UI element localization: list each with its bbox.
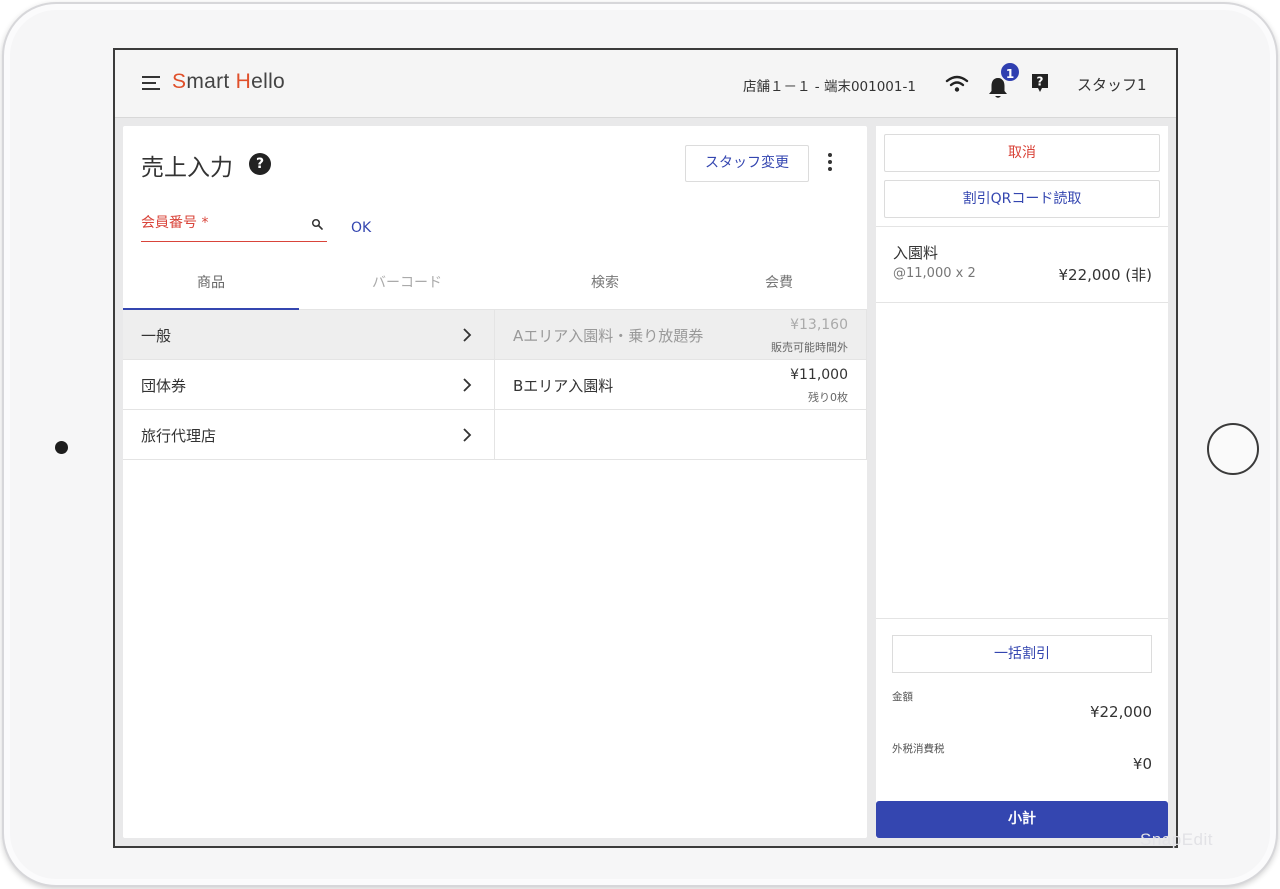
tax-label: 外税消費税 bbox=[892, 743, 945, 755]
member-number-input[interactable] bbox=[141, 215, 301, 231]
logo-letter-s: S bbox=[172, 70, 187, 93]
search-icon[interactable] bbox=[311, 218, 323, 230]
product-item-b-area[interactable]: Bエリア入園料 ¥11,000 残り0枚 bbox=[495, 360, 867, 410]
category-item-group-ticket[interactable]: 団体券 bbox=[123, 360, 495, 410]
chevron-right-icon bbox=[463, 328, 472, 342]
product-name: Aエリア入園料・乗り放題券 bbox=[513, 327, 704, 345]
hamburger-menu-icon[interactable] bbox=[142, 76, 162, 92]
bulk-discount-button[interactable]: 一括割引 bbox=[892, 635, 1152, 673]
category-label: 一般 bbox=[141, 327, 172, 345]
store-terminal-label: 店舗１－１ - 端末001001-1 bbox=[743, 79, 916, 95]
category-list: 一般 団体券 旅行代理店 bbox=[123, 310, 495, 460]
product-stock-note: 残り0枚 bbox=[808, 391, 848, 404]
cart-panel: 取消 割引QRコード読取 入園料 @11,000 x 2 ¥22,000 (非)… bbox=[876, 126, 1168, 838]
camera-dot bbox=[55, 441, 68, 454]
subtotal-button[interactable]: 小計 bbox=[876, 801, 1168, 838]
category-label: 団体券 bbox=[141, 377, 187, 395]
sales-entry-panel: 売上入力 ? スタッフ変更 OK 商品 バーコード 検索 会費 一般 bbox=[123, 126, 867, 838]
app-screen: Smart Hello 店舗１－１ - 端末001001-1 1 ? スタッフ1 bbox=[113, 48, 1178, 848]
app-logo: Smart Hello bbox=[172, 70, 285, 94]
current-user-name[interactable]: スタッフ1 bbox=[1077, 74, 1147, 95]
category-item-travel-agency[interactable]: 旅行代理店 bbox=[123, 410, 495, 460]
tab-membership-fee[interactable]: 会費 bbox=[691, 260, 867, 310]
svg-text:?: ? bbox=[1037, 75, 1044, 89]
amount-value: ¥22,000 bbox=[1089, 703, 1152, 721]
title-help-icon[interactable]: ? bbox=[249, 153, 271, 175]
line-item-detail: @11,000 x 2 bbox=[893, 266, 976, 281]
notifications-button[interactable]: 1 bbox=[987, 61, 1021, 100]
wifi-icon bbox=[945, 75, 969, 92]
line-item-total: ¥22,000 (非) bbox=[1058, 266, 1152, 284]
product-item-empty bbox=[495, 410, 867, 460]
amount-label: 金額 bbox=[892, 691, 913, 703]
staff-change-button[interactable]: スタッフ変更 bbox=[685, 145, 809, 182]
home-button[interactable] bbox=[1207, 423, 1259, 475]
product-item-a-area[interactable]: Aエリア入園料・乗り放題券 ¥13,160 販売可能時間外 bbox=[495, 310, 867, 360]
chevron-right-icon bbox=[463, 378, 472, 392]
product-status-note: 販売可能時間外 bbox=[771, 341, 848, 354]
more-options-icon[interactable] bbox=[823, 153, 837, 175]
tab-search[interactable]: 検索 bbox=[517, 260, 693, 310]
chevron-right-icon bbox=[463, 428, 472, 442]
cart-line-item[interactable]: 入園料 @11,000 x 2 ¥22,000 (非) bbox=[876, 227, 1168, 303]
member-ok-button[interactable]: OK bbox=[351, 220, 371, 236]
discount-qr-scan-button[interactable]: 割引QRコード読取 bbox=[884, 180, 1160, 218]
tablet-frame: Smart Hello 店舗１－１ - 端末001001-1 1 ? スタッフ1 bbox=[2, 2, 1278, 887]
logo-text-ello: ello bbox=[251, 70, 286, 93]
product-list: Aエリア入園料・乗り放題券 ¥13,160 販売可能時間外 Bエリア入園料 ¥1… bbox=[495, 310, 867, 460]
tax-value: ¥0 bbox=[1132, 755, 1152, 773]
cancel-button[interactable]: 取消 bbox=[884, 134, 1160, 172]
product-price: ¥11,000 bbox=[790, 367, 848, 383]
category-item-general[interactable]: 一般 bbox=[123, 310, 495, 360]
notification-badge: 1 bbox=[999, 61, 1021, 83]
line-item-name: 入園料 bbox=[893, 244, 939, 262]
logo-text-mart: mart bbox=[186, 70, 236, 93]
logo-letter-h: H bbox=[235, 70, 252, 93]
help-icon[interactable]: ? bbox=[1030, 72, 1050, 94]
app-header: Smart Hello 店舗１－１ - 端末001001-1 1 ? スタッフ1 bbox=[115, 50, 1176, 118]
product-tabs: 商品 バーコード 検索 会費 bbox=[123, 260, 867, 310]
page-title: 売上入力 bbox=[141, 155, 233, 181]
member-number-field bbox=[141, 212, 327, 242]
product-name: Bエリア入園料 bbox=[513, 377, 614, 395]
watermark: SnapEdit bbox=[1140, 830, 1213, 849]
product-price: ¥13,160 bbox=[790, 317, 848, 333]
category-label: 旅行代理店 bbox=[141, 427, 217, 445]
cart-summary: 一括割引 金額 ¥22,000 外税消費税 ¥0 bbox=[876, 618, 1168, 800]
tab-products[interactable]: 商品 bbox=[123, 260, 299, 310]
tab-barcode[interactable]: バーコード bbox=[319, 260, 495, 310]
